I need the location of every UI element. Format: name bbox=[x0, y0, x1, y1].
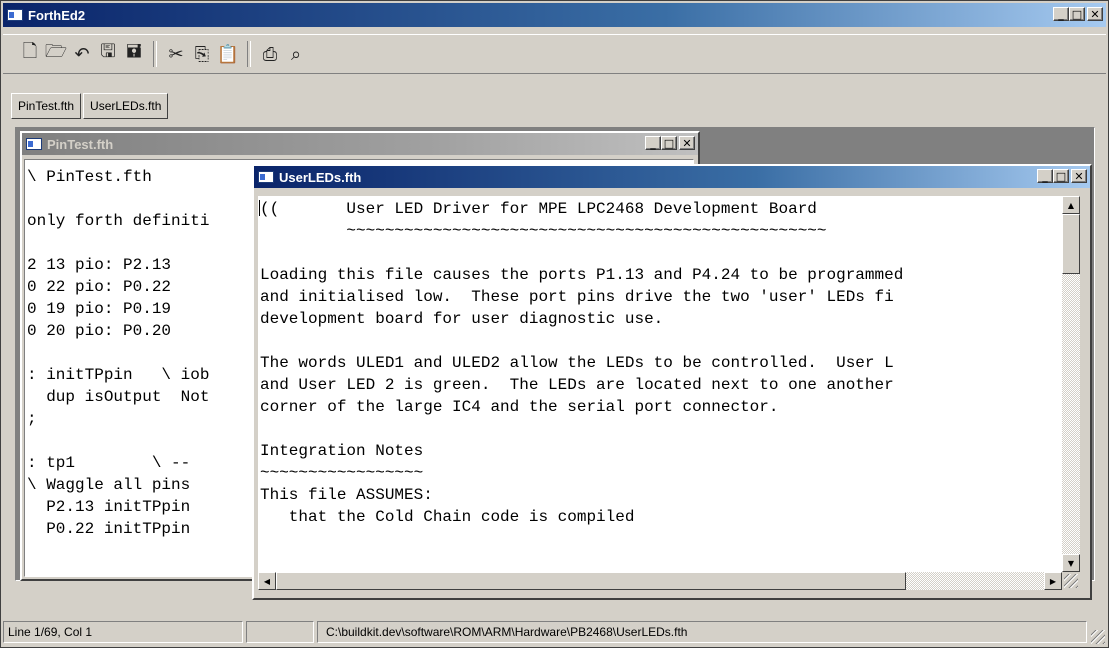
text-caret bbox=[259, 200, 260, 216]
app-title: ForthEd2 bbox=[28, 7, 86, 23]
userleds-title: UserLEDs.fth bbox=[279, 169, 362, 185]
scroll-right-button[interactable]: ▶ bbox=[1044, 572, 1062, 590]
main-window: ForthEd2 _ □ ✕ 🗋 🗁 ↶ 🖫 🖬 ✂ ⎘ 📋 ⎙ ⌕ PinTe… bbox=[0, 0, 1109, 648]
vertical-scroll-thumb[interactable] bbox=[1062, 214, 1080, 274]
userleds-window: UserLEDs.fth _ □ ✕ (( User LED Driver fo… bbox=[252, 164, 1092, 600]
toolbar: 🗋 🗁 ↶ 🖫 🖬 ✂ ⎘ 📋 ⎙ ⌕ bbox=[3, 34, 1106, 74]
code-line: (( User LED Driver for MPE LPC2468 Devel… bbox=[260, 200, 817, 218]
save-icon[interactable]: 🖫 bbox=[95, 41, 121, 67]
status-file-path: C:\buildkit.dev\software\ROM\ARM\Hardwar… bbox=[317, 621, 1087, 643]
scroll-down-button[interactable]: ▼ bbox=[1062, 554, 1080, 572]
status-mode bbox=[246, 621, 314, 643]
document-icon bbox=[26, 138, 42, 150]
cut-icon[interactable]: ✂ bbox=[163, 41, 189, 67]
size-grip-icon bbox=[1064, 574, 1078, 588]
reopen-icon[interactable]: ↶ bbox=[69, 41, 95, 67]
code-line: The words ULED1 and ULED2 allow the LEDs… bbox=[260, 354, 894, 372]
code-line: that the Cold Chain code is compiled bbox=[260, 508, 635, 526]
code-line: and initialised low. These port pins dri… bbox=[260, 288, 894, 306]
code-line: Loading this file causes the ports P1.13… bbox=[260, 266, 904, 284]
print-icon[interactable]: ⎙ bbox=[257, 41, 283, 67]
code-line: Integration Notes bbox=[260, 442, 424, 460]
tab-userleds[interactable]: UserLEDs.fth bbox=[83, 93, 169, 119]
pintest-title-bar[interactable]: PinTest.fth _ □ ✕ bbox=[22, 133, 698, 155]
save-all-icon[interactable]: 🖬 bbox=[121, 41, 147, 67]
minimize-button[interactable]: _ bbox=[1037, 169, 1053, 183]
copy-icon[interactable]: ⎘ bbox=[189, 41, 215, 67]
scroll-up-button[interactable]: ▲ bbox=[1062, 196, 1080, 214]
size-grip[interactable] bbox=[1062, 572, 1080, 590]
code-line: ~~~~~~~~~~~~~~~~~~~~~~~~~~~~~~~~~~~~~~~~… bbox=[260, 222, 827, 240]
status-bar: Line 1/69, Col 1 C:\buildkit.dev\softwar… bbox=[3, 619, 1106, 645]
horizontal-scrollbar[interactable]: ◀ ▶ bbox=[258, 572, 1062, 590]
open-folder-icon[interactable]: 🗁 bbox=[43, 41, 69, 67]
app-icon bbox=[7, 9, 23, 21]
minimize-button[interactable]: _ bbox=[645, 136, 661, 150]
userleds-title-bar[interactable]: UserLEDs.fth _ □ ✕ bbox=[254, 166, 1090, 188]
scroll-left-button[interactable]: ◀ bbox=[258, 572, 276, 590]
document-tabs: PinTest.fth UserLEDs.fth bbox=[11, 93, 170, 119]
horizontal-scroll-thumb[interactable] bbox=[276, 572, 906, 590]
vertical-scrollbar[interactable]: ▲ ▼ bbox=[1062, 196, 1080, 572]
new-file-icon[interactable]: 🗋 bbox=[17, 41, 43, 67]
code-line: and User LED 2 is green. The LEDs are lo… bbox=[260, 376, 894, 394]
maximize-button[interactable]: □ bbox=[661, 136, 677, 150]
toolbar-separator bbox=[153, 41, 157, 67]
code-line: development board for user diagnostic us… bbox=[260, 310, 664, 328]
document-icon bbox=[258, 171, 274, 183]
paste-icon[interactable]: 📋 bbox=[215, 41, 241, 67]
code-line: corner of the large IC4 and the serial p… bbox=[260, 398, 779, 416]
window-size-grip-icon[interactable] bbox=[1091, 630, 1105, 644]
toolbar-separator bbox=[247, 41, 251, 67]
code-line: ~~~~~~~~~~~~~~~~~ bbox=[260, 464, 424, 482]
code-line: This file ASSUMES: bbox=[260, 486, 433, 504]
close-button[interactable]: ✕ bbox=[679, 136, 695, 150]
close-button[interactable]: ✕ bbox=[1071, 169, 1087, 183]
userleds-editor[interactable]: (( User LED Driver for MPE LPC2468 Devel… bbox=[258, 196, 1062, 572]
find-icon[interactable]: ⌕ bbox=[283, 41, 309, 67]
pintest-title: PinTest.fth bbox=[47, 136, 114, 152]
maximize-button[interactable]: □ bbox=[1053, 169, 1069, 183]
mdi-area: PinTest.fth _ □ ✕ \ PinTest.fth only fort… bbox=[15, 127, 1095, 600]
minimize-button[interactable]: _ bbox=[1053, 7, 1069, 21]
status-position: Line 1/69, Col 1 bbox=[3, 621, 243, 643]
app-title-bar[interactable]: ForthEd2 _ □ ✕ bbox=[3, 3, 1106, 27]
maximize-button[interactable]: □ bbox=[1069, 7, 1085, 21]
tab-pintest[interactable]: PinTest.fth bbox=[11, 93, 82, 119]
close-button[interactable]: ✕ bbox=[1087, 7, 1103, 21]
